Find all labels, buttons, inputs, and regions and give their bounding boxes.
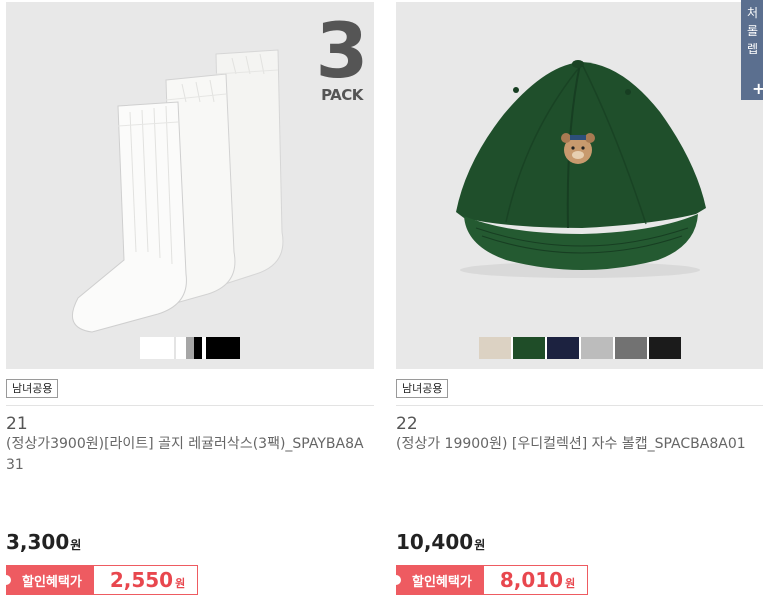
product-card[interactable]: 3 PACK 남녀공용 21 (정상가3900원)[라이트] 골지 레귤러삭스(…	[1, 0, 374, 611]
side-tab-text: 처 롤 렙	[747, 6, 759, 56]
cap-illustration	[456, 60, 706, 278]
color-swatch[interactable]	[186, 337, 194, 359]
product-number: 21	[6, 414, 28, 434]
pack-number: 3	[315, 6, 369, 95]
price-currency: 원	[70, 538, 82, 552]
color-swatch[interactable]	[206, 337, 240, 359]
product-name[interactable]: (정상가 19900원) [우디컬렉션] 자수 볼캡_SPACBA8A01	[396, 434, 758, 455]
divider	[396, 405, 763, 406]
discount-label: 할인혜택가	[391, 565, 484, 595]
product-name[interactable]: (정상가3900원)[라이트] 골지 레귤러삭스(3팩)_SPAYBA8A31	[6, 434, 368, 476]
divider	[6, 405, 374, 406]
product-card[interactable]: 남녀공용 22 (정상가 19900원) [우디컬렉션] 자수 볼캡_SPACB…	[391, 0, 763, 611]
pack-badge: 3 PACK	[314, 6, 370, 105]
side-floating-tab[interactable]: 처 롤 렙 +	[741, 0, 763, 100]
color-swatch[interactable]	[547, 337, 579, 359]
discount-price: 8,010 원	[483, 565, 589, 595]
color-swatch[interactable]	[194, 337, 202, 359]
price-value: 3,300	[6, 530, 70, 554]
color-swatch[interactable]	[615, 337, 647, 359]
color-swatches[interactable]	[6, 337, 374, 359]
discount-price-value: 2,550	[109, 568, 174, 592]
product-number: 22	[396, 414, 418, 434]
discount-currency: 원	[175, 577, 186, 590]
price-currency: 원	[474, 538, 486, 552]
product-price: 3,300원	[6, 530, 81, 554]
discount-label: 할인혜택가	[1, 565, 94, 595]
discount-price: 2,550 원	[93, 565, 199, 595]
discount-badge: 할인혜택가 8,010 원	[391, 565, 589, 595]
discount-badge: 할인혜택가 2,550 원	[1, 565, 199, 595]
color-swatch[interactable]	[140, 337, 174, 359]
discount-currency: 원	[565, 577, 576, 590]
plus-icon[interactable]: +	[752, 80, 763, 98]
discount-price-value: 8,010	[499, 568, 564, 592]
color-swatch[interactable]	[176, 337, 186, 359]
gender-tag: 남녀공용	[6, 379, 59, 398]
gender-tag: 남녀공용	[396, 379, 449, 398]
product-price: 10,400원	[396, 530, 485, 554]
color-swatch[interactable]	[649, 337, 681, 359]
color-swatches[interactable]	[396, 337, 763, 359]
product-image[interactable]	[396, 2, 763, 369]
color-swatch[interactable]	[479, 337, 511, 359]
price-value: 10,400	[396, 530, 474, 554]
color-swatch[interactable]	[581, 337, 613, 359]
color-swatch[interactable]	[513, 337, 545, 359]
product-image[interactable]: 3 PACK	[6, 2, 374, 369]
pack-text: PACK	[321, 86, 363, 104]
